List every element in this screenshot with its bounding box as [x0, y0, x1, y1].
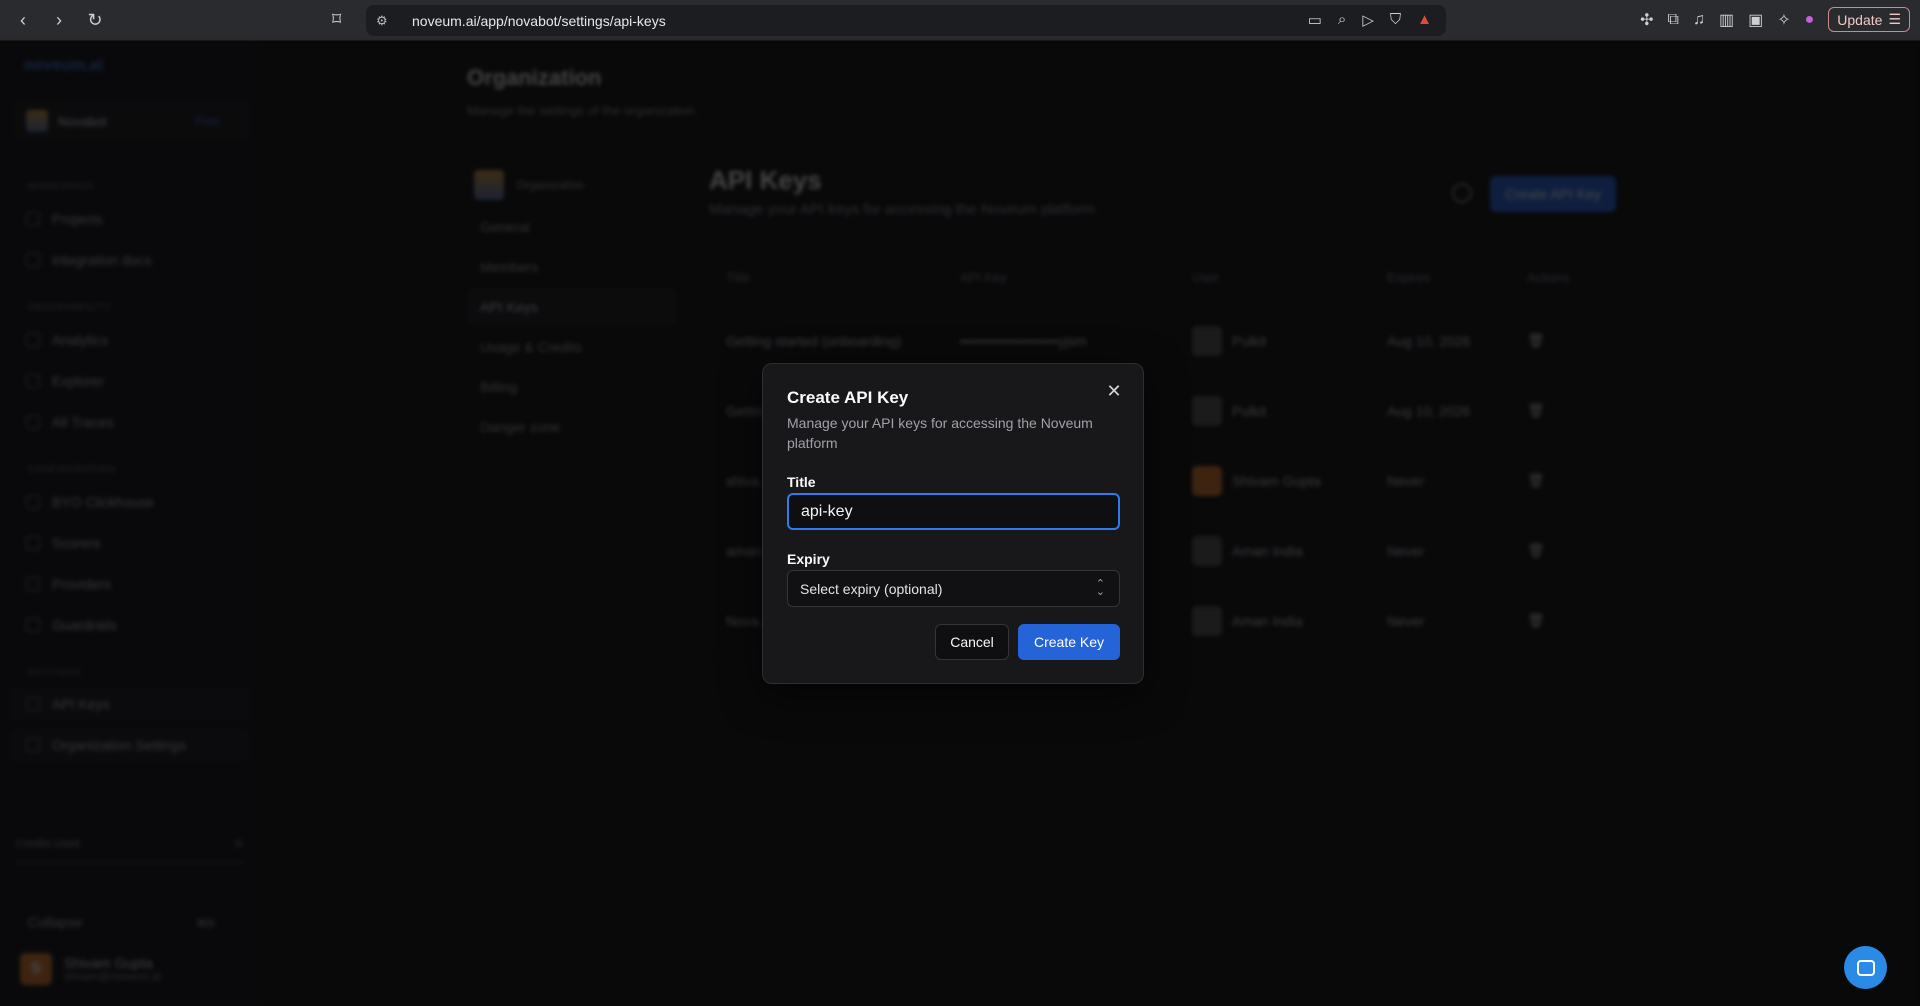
- send-icon[interactable]: ▷: [1362, 11, 1374, 29]
- title-input[interactable]: [787, 493, 1120, 530]
- update-label: Update: [1837, 11, 1883, 28]
- site-settings-icon[interactable]: ⚙: [376, 13, 396, 29]
- screenshot-icon[interactable]: ⧉: [1668, 11, 1679, 29]
- create-api-key-dialog: Create API Key Manage your API keys for …: [762, 363, 1144, 684]
- browser-toolbar: ‹ › ↻ ⌑ ⚙ noveum.ai/app/novabot/settings…: [0, 0, 1920, 41]
- expiry-select-value: Select expiry (optional): [800, 580, 943, 597]
- update-button[interactable]: Update ☰: [1828, 7, 1910, 32]
- cast-icon[interactable]: ▭: [1308, 11, 1322, 29]
- zoom-icon[interactable]: ⌕: [1338, 11, 1346, 29]
- title-label: Title: [787, 474, 816, 490]
- forward-icon[interactable]: ›: [48, 9, 70, 31]
- menu-icon: ☰: [1888, 11, 1901, 27]
- address-bar[interactable]: ⚙ noveum.ai/app/novabot/settings/api-key…: [366, 5, 1446, 36]
- wallet-icon[interactable]: ▣: [1748, 10, 1763, 30]
- music-icon[interactable]: ♫: [1693, 11, 1705, 29]
- chat-launcher-button[interactable]: [1844, 946, 1887, 989]
- chevron-updown-icon: ⌃ ⌄: [1095, 578, 1105, 598]
- sidebar-toggle-icon[interactable]: ▥: [1719, 10, 1734, 30]
- cancel-button[interactable]: Cancel: [935, 624, 1009, 660]
- shield-icon[interactable]: ⛉: [1390, 11, 1401, 29]
- dialog-description: Manage your API keys for accessing the N…: [787, 415, 1093, 451]
- back-icon[interactable]: ‹: [12, 9, 34, 31]
- rewards-icon[interactable]: ▲: [1417, 11, 1432, 29]
- ai-sparkle-icon[interactable]: ✧: [1777, 10, 1790, 30]
- create-key-button[interactable]: Create Key: [1018, 624, 1120, 660]
- reload-icon[interactable]: ↻: [84, 9, 106, 31]
- close-icon[interactable]: ✕: [1105, 382, 1123, 400]
- url-text[interactable]: noveum.ai/app/novabot/settings/api-keys: [412, 13, 666, 29]
- chat-icon: [1856, 959, 1875, 976]
- expiry-label: Expiry: [787, 551, 830, 567]
- dialog-title: Create API Key: [787, 388, 909, 407]
- bookmark-icon[interactable]: ⌑: [332, 9, 352, 31]
- extensions-icon[interactable]: ✣: [1640, 10, 1653, 30]
- expiry-select[interactable]: Select expiry (optional) ⌃ ⌄: [787, 570, 1120, 607]
- profile-icon[interactable]: ●: [1805, 11, 1815, 29]
